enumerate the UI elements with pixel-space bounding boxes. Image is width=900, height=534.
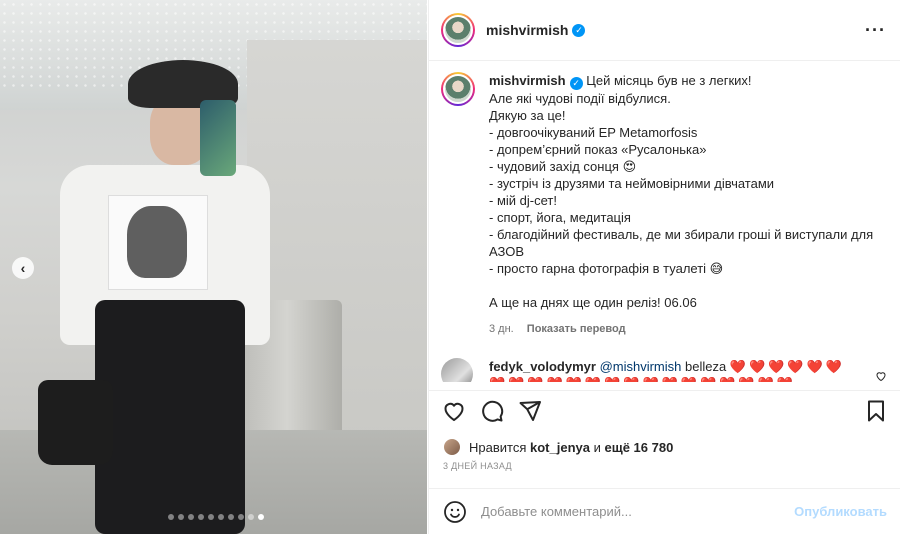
header-username[interactable]: mishvirmish <box>486 22 568 38</box>
comment-username[interactable]: fedyk_volodymyr <box>489 359 596 374</box>
comments-section: mishvirmish ✓ Цей місяць був не з легких!… <box>429 62 900 382</box>
carousel-dot <box>178 514 184 520</box>
liker-avatar[interactable] <box>443 438 461 456</box>
caption-line: - зустріч із друзями та неймовірними дів… <box>489 176 775 191</box>
translate-link[interactable]: Показать перевод <box>527 323 626 335</box>
comment-item: fedyk_volodymyr @mishvirmish belleza ❤️❤… <box>429 338 900 382</box>
carousel-dot <box>188 514 194 520</box>
photo-phone <box>200 100 236 176</box>
caption-time[interactable]: 3 дн. <box>489 323 514 335</box>
photo-bag <box>38 380 113 465</box>
caption-line: Але які чудові події відбулися. <box>489 91 671 106</box>
caption-line: - чудовий захід сонця 😍 <box>489 159 637 174</box>
add-comment-bar: Опубликовать <box>429 488 900 534</box>
likes-count[interactable]: ещё 16 780 <box>605 440 674 455</box>
avatar[interactable] <box>441 13 475 47</box>
carousel-dot <box>238 514 244 520</box>
more-horizontal-icon[interactable]: ··· <box>865 20 886 41</box>
caption-line: - довгоочікуваний EP Metamorfosis <box>489 125 698 140</box>
caption-line: Дякую за це! <box>489 108 566 123</box>
carousel-dot <box>228 514 234 520</box>
verified-badge-icon: ✓ <box>569 77 583 90</box>
caption-line: Цей місяць був не з легких! <box>586 73 752 88</box>
chevron-left-icon: ‹ <box>20 260 26 276</box>
comment-avatar[interactable] <box>441 358 473 382</box>
comment-mention[interactable]: @mishvirmish <box>600 359 682 374</box>
likes-joiner: и <box>593 439 601 455</box>
post-date[interactable]: 3 ДНЕЙ НАЗАД <box>443 461 512 471</box>
comment-body: fedyk_volodymyr @mishvirmish belleza ❤️❤… <box>489 358 869 382</box>
caption-meta: 3 дн. Показать перевод <box>489 321 887 338</box>
carousel-dot <box>198 514 204 520</box>
caption-line: - благодійний фестиваль, де ми збирали г… <box>489 227 874 259</box>
caption-body: mishvirmish ✓ Цей місяць був не з легких!… <box>489 72 887 338</box>
liker-username[interactable]: kot_jenya <box>530 440 590 455</box>
post-sidebar: mishvirmish ✓ ··· mishvirmish ✓ Цей місяц… <box>428 0 900 534</box>
caption-line: - просто гарна фотографія в туалеті 😅 <box>489 261 724 276</box>
comment-input[interactable] <box>481 504 795 519</box>
carousel-dot <box>168 514 174 520</box>
action-bar <box>429 390 900 430</box>
carousel-dot <box>258 514 264 520</box>
caption-spacer <box>489 277 887 294</box>
caption-line: А ще на днях ще один реліз! 06.06 <box>489 295 697 310</box>
verified-badge-icon: ✓ <box>572 23 586 37</box>
heart-icon[interactable] <box>441 398 467 424</box>
comment-text: belleza <box>685 359 727 374</box>
likes-summary: Нравится kot_jenya и ещё 16 780 <box>443 438 673 456</box>
photo-top-print <box>108 195 208 290</box>
send-icon[interactable] <box>517 398 543 424</box>
comment-hearts-line2: ❤️❤️❤️❤️❤️❤️❤️❤️❤️❤️❤️❤️❤️❤️❤️❤️ <box>489 376 796 382</box>
likes-prefix: Нравится <box>469 439 527 455</box>
caption-line: - спорт, йога, медитація <box>489 210 631 225</box>
carousel-dot <box>248 514 254 520</box>
photo-jeans <box>95 300 245 534</box>
caption-line: - мій dj-сет! <box>489 193 557 208</box>
caption-avatar[interactable] <box>441 72 475 106</box>
emoji-icon[interactable] <box>443 500 467 524</box>
post-photo[interactable]: ‹ <box>0 0 427 534</box>
carousel-prev-button[interactable]: ‹ <box>12 257 34 279</box>
comment-hearts: ❤️❤️❤️❤️❤️❤️ <box>729 359 845 374</box>
carousel-dot <box>218 514 224 520</box>
carousel-dot <box>208 514 214 520</box>
carousel-dots <box>168 514 264 520</box>
bookmark-icon[interactable] <box>863 398 889 424</box>
caption-line: - допрем’єрний показ «Русалонька» <box>489 142 707 157</box>
comment-icon[interactable] <box>479 398 505 424</box>
comment-like-icon[interactable] <box>875 370 887 382</box>
post-header: mishvirmish ✓ ··· <box>429 0 900 61</box>
post-comment-button[interactable]: Опубликовать <box>794 504 887 519</box>
caption: mishvirmish ✓ Цей місяць був не з легких!… <box>429 62 900 338</box>
caption-username[interactable]: mishvirmish <box>489 73 566 88</box>
